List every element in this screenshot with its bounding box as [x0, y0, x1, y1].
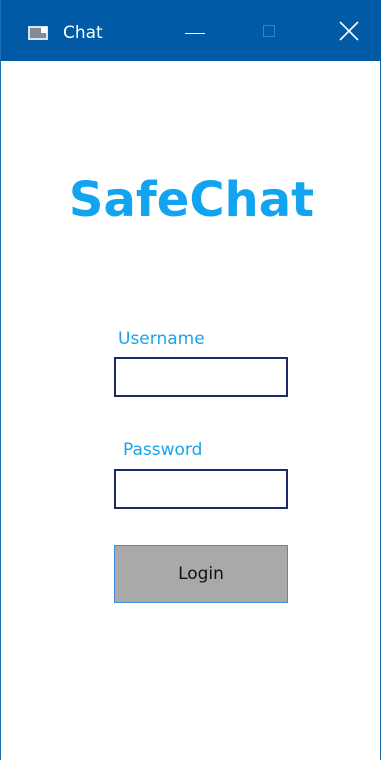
- title-bar[interactable]: Chat: [1, 0, 381, 61]
- window-title: Chat: [63, 23, 103, 43]
- minimize-icon: [185, 33, 205, 34]
- minimize-button[interactable]: [167, 0, 223, 61]
- login-button-label: Login: [178, 564, 224, 584]
- password-label: Password: [123, 440, 203, 460]
- close-icon: [339, 21, 359, 41]
- close-button[interactable]: [322, 0, 378, 61]
- login-button[interactable]: Login: [114, 545, 288, 603]
- username-label: Username: [118, 329, 205, 349]
- username-input[interactable]: [114, 357, 288, 397]
- maximize-button[interactable]: [243, 0, 299, 61]
- app-window-icon: [28, 26, 48, 40]
- app-window: Chat SafeChat Username Password Login: [0, 0, 381, 760]
- password-input[interactable]: [114, 469, 288, 509]
- app-logo-title: SafeChat: [68, 172, 315, 228]
- maximize-icon: [263, 25, 275, 37]
